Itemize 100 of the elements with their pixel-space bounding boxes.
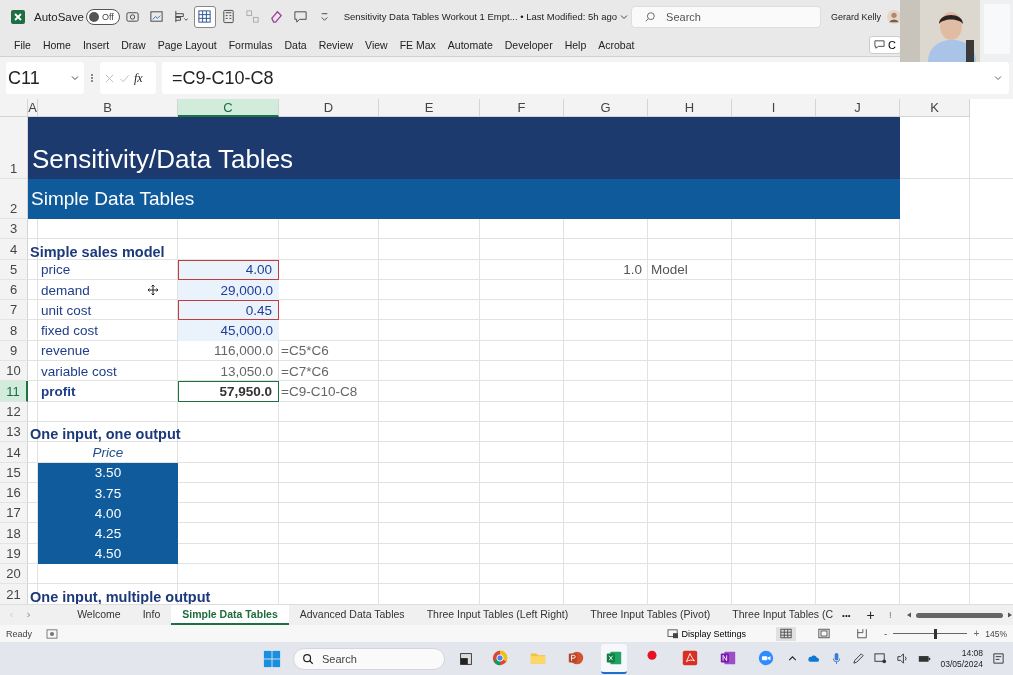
taskbar-search-field[interactable]: Search [293, 647, 445, 670]
document-title[interactable]: Sensitivity Data Tables Workout 1 Empt... • Last Modified: 5h ago [343, 11, 618, 22]
pen-icon[interactable] [852, 652, 866, 665]
search-icon [302, 652, 314, 665]
splitter-icon[interactable] [888, 609, 892, 621]
row-header[interactable]: 16 [0, 482, 28, 504]
grid-icon[interactable] [193, 5, 216, 28]
sheet-tab[interactable]: Three Input Tables (Left Right) [415, 605, 580, 625]
scroll-right-icon[interactable] [1007, 612, 1013, 618]
row-header[interactable]: 19 [0, 543, 28, 565]
sheet-tab[interactable]: Three Input Tables (Pivot) [579, 605, 722, 625]
row-label: demand [41, 282, 90, 298]
row-header[interactable]: 14 [0, 442, 28, 463]
row-header[interactable]: 10 [0, 361, 28, 382]
column-header[interactable]: E [379, 99, 480, 117]
column-header[interactable]: F [480, 99, 564, 117]
ribbon-tab[interactable]: Automate [441, 38, 499, 51]
macro-record-icon[interactable] [46, 628, 58, 639]
notifications-icon[interactable] [992, 652, 1005, 665]
formula-field[interactable]: =C9-C10-C8 [162, 62, 1009, 94]
row-header[interactable]: 11 [0, 381, 28, 402]
input-cell: 45,000.0 [178, 320, 279, 341]
check-icon[interactable] [119, 72, 130, 84]
ribbon-tab[interactable]: Review [312, 38, 360, 51]
scroll-left-icon[interactable] [905, 612, 912, 618]
row-header[interactable]: 20 [0, 564, 28, 585]
table-cell: 3.75 [38, 482, 178, 504]
zoom-level[interactable]: 145% [985, 628, 1007, 639]
search-field[interactable]: Search [631, 5, 822, 28]
column-header[interactable]: K [900, 99, 970, 117]
ribbon-tab[interactable]: Formulas [222, 38, 279, 51]
row-header[interactable]: 6 [0, 279, 28, 301]
column-header[interactable]: D [279, 99, 379, 117]
normal-view-icon[interactable] [776, 626, 797, 641]
add-sheet-button[interactable]: + [866, 607, 875, 623]
ribbon-tab[interactable]: FE Max [393, 38, 442, 51]
column-header[interactable]: B [38, 99, 178, 117]
table-cell: 4.25 [38, 523, 178, 544]
row-label: fixed cost [41, 323, 99, 339]
row-header[interactable]: 9 [0, 340, 28, 362]
row-header[interactable]: 21 [0, 584, 28, 604]
column-header[interactable]: C [178, 99, 279, 117]
table-cell: 13,050.0 [220, 363, 273, 379]
row-header[interactable]: 15 [0, 462, 28, 483]
excel-logo-icon [10, 8, 26, 25]
row-header[interactable]: 17 [0, 503, 28, 524]
ribbon-tab[interactable]: View [359, 38, 394, 51]
zoom-slider[interactable] [893, 627, 968, 640]
ribbon-tab[interactable]: Home [36, 38, 77, 51]
zoom-in-button[interactable]: + [973, 628, 980, 639]
row-header[interactable]: 13 [0, 421, 28, 443]
row-header[interactable]: 2 [0, 179, 28, 219]
user-name: Gerard Kelly [831, 11, 882, 22]
section-heading: One input, one output [30, 426, 181, 443]
clock-date[interactable]: 03/05/2024 [940, 658, 983, 670]
row-header[interactable]: 4 [0, 239, 28, 260]
avatar-icon[interactable] [887, 9, 902, 24]
ribbon-tab[interactable]: Developer [498, 38, 559, 51]
display-settings-button[interactable]: Display Settings [660, 627, 753, 640]
row-label: revenue [41, 343, 90, 359]
column-header[interactable]: J [816, 99, 900, 117]
ribbon-tab[interactable]: Insert [76, 38, 116, 51]
ribbon-tab[interactable]: Page Layout [151, 38, 223, 51]
row-header[interactable]: 18 [0, 523, 28, 544]
start-icon[interactable] [263, 649, 281, 668]
row-header[interactable]: 1 [0, 117, 28, 179]
chevron-down-icon[interactable] [993, 73, 1003, 83]
ribbon-tab[interactable]: File [8, 38, 37, 51]
status-text: Ready [6, 628, 32, 639]
slider-thumb[interactable] [934, 628, 938, 639]
ribbon-tab[interactable]: Help [558, 38, 593, 51]
zoom-out-button[interactable]: - [884, 628, 888, 639]
insert-function-button[interactable]: fx [134, 70, 143, 86]
row-header[interactable]: 12 [0, 401, 28, 422]
row-label: variable cost [41, 363, 117, 379]
column-header[interactable]: I [732, 99, 816, 117]
row-header[interactable]: 7 [0, 300, 28, 321]
more-sheets-button[interactable]: ••• [842, 610, 851, 620]
ribbon-tab[interactable]: Acrobat [592, 38, 641, 51]
table-cell: 4.50 [38, 543, 178, 565]
column-header[interactable]: H [648, 99, 732, 117]
horizontal-scrollbar[interactable] [905, 612, 1013, 618]
sheet-tab[interactable]: Info [131, 605, 172, 625]
row-header[interactable]: 5 [0, 259, 28, 280]
row-header[interactable]: 3 [0, 219, 28, 240]
speaker-icon[interactable] [896, 652, 910, 665]
sheet-tab[interactable]: Welcome [66, 605, 132, 625]
network-icon[interactable] [874, 652, 888, 665]
autosave-toggle[interactable]: Off [85, 8, 120, 25]
name-box[interactable]: C11 [6, 62, 84, 94]
sheet-tab[interactable]: Advanced Data Tables [288, 605, 416, 625]
sheet-tab[interactable]: Simple Data Tables [171, 605, 289, 625]
row-header[interactable]: 8 [0, 320, 28, 341]
ribbon-tab[interactable]: Draw [115, 38, 152, 51]
clock-time[interactable]: 14:08 [961, 647, 983, 659]
spreadsheet-app-icon[interactable] [601, 643, 627, 674]
ribbon-tab[interactable]: Data [278, 38, 313, 51]
comments-button[interactable]: C [869, 35, 901, 54]
output-cell: 57,950.0 [178, 381, 279, 402]
column-header[interactable]: G [564, 99, 648, 117]
